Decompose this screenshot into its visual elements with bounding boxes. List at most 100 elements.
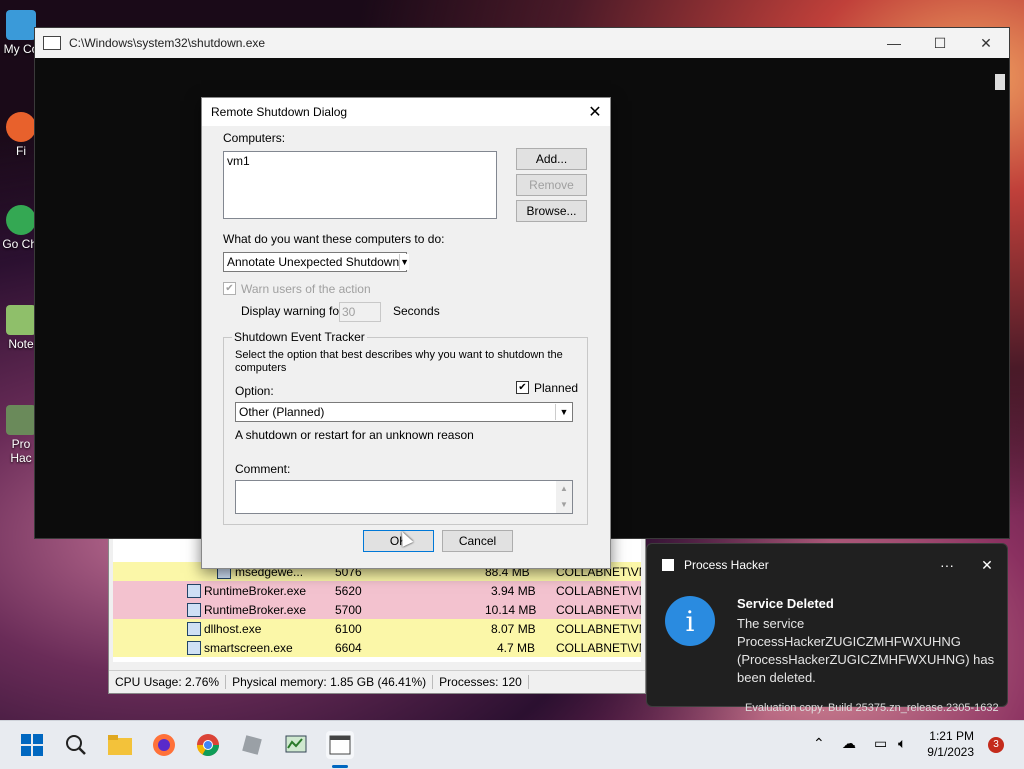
planned-checkbox[interactable]: ✔ [516, 381, 529, 394]
chrome-icon [197, 734, 219, 756]
dialog-title: Remote Shutdown Dialog [211, 105, 348, 119]
volume-icon[interactable]: 🔈︎ [898, 735, 906, 752]
process-user: COLLABNET\VM [556, 583, 641, 598]
option-label: Option: [235, 384, 274, 398]
clock[interactable]: 1:21 PM 9/1/2023 [927, 728, 974, 760]
windows-icon [21, 734, 43, 756]
remove-button[interactable]: Remove [516, 174, 587, 196]
process-user: COLLABNET\VM [556, 602, 641, 617]
process-hacker-button[interactable] [282, 731, 310, 759]
start-button[interactable] [18, 731, 46, 759]
firefox-icon [153, 734, 175, 756]
computers-label: Computers: [223, 131, 286, 145]
process-name: dllhost.exe [204, 621, 262, 636]
file-explorer-button[interactable] [106, 731, 134, 759]
computers-list[interactable]: vm1 [223, 151, 497, 219]
clock-date: 9/1/2023 [927, 745, 974, 759]
close-button[interactable]: ✕ [963, 28, 1009, 58]
option-select-value: Other (Planned) [239, 405, 325, 419]
physical-memory: Physical memory: 1.85 GB (46.41%) [226, 675, 434, 689]
minimize-button[interactable]: — [871, 28, 917, 58]
remote-shutdown-dialog: Remote Shutdown Dialog ✕ Computers: vm1 … [201, 97, 611, 569]
display-warning-input[interactable]: 30 [339, 302, 381, 322]
console-title: C:\Windows\system32\shutdown.exe [69, 36, 266, 50]
action-label: What do you want these computers to do: [223, 232, 445, 246]
process-memory: 8.07 MB [491, 621, 536, 636]
search-icon [66, 735, 86, 755]
notification-badge[interactable]: 3 [988, 737, 1004, 753]
notepad-icon [6, 305, 36, 335]
table-row[interactable]: RuntimeBroker.exe 5700 10.14 MB COLLABNE… [113, 600, 641, 619]
chrome-button[interactable] [194, 731, 222, 759]
shutdown-event-tracker-group: Shutdown Event Tracker Select the option… [223, 330, 588, 525]
app-button[interactable] [238, 731, 266, 759]
chrome-icon [6, 205, 36, 235]
comment-scrollbar[interactable]: ▲ ▼ [556, 481, 572, 513]
firefox-button[interactable] [150, 731, 178, 759]
cube-icon [242, 735, 262, 755]
process-hacker-icon [285, 735, 307, 753]
process-icon [187, 640, 201, 655]
process-memory: 4.7 MB [497, 640, 536, 655]
console-titlebar[interactable]: C:\Windows\system32\shutdown.exe — ☐ ✕ [35, 28, 1009, 58]
search-button[interactable] [62, 731, 90, 759]
process-count: Processes: 120 [433, 675, 529, 689]
maximize-button[interactable]: ☐ [917, 28, 963, 58]
table-row[interactable]: dllhost.exe 6100 8.07 MB COLLABNET\VM [113, 619, 641, 638]
process-user: COLLABNET\VM [556, 640, 641, 655]
cpu-usage: CPU Usage: 2.76% [109, 675, 227, 689]
toast-notification[interactable]: Process Hacker ··· ✕ i Service Deleted T… [646, 543, 1008, 707]
more-options-button[interactable]: ··· [927, 557, 967, 573]
dialog-close-button[interactable]: ✕ [580, 102, 610, 122]
warn-users-checkbox[interactable]: ✔ [223, 282, 236, 295]
toast-title: Service Deleted [737, 596, 834, 611]
process-name: RuntimeBroker.exe [204, 583, 307, 598]
dialog-titlebar[interactable]: Remote Shutdown Dialog ✕ [202, 98, 610, 126]
process-memory: 10.14 MB [485, 602, 537, 617]
comment-label: Comment: [235, 462, 291, 476]
process-icon [187, 602, 201, 617]
network-icon[interactable]: ▭ [874, 735, 887, 752]
status-bar: CPU Usage: 2.76% Physical memory: 1.85 G… [109, 670, 645, 693]
warn-users-label: Warn users of the action [241, 282, 371, 296]
comment-field[interactable]: ▲ ▼ [235, 480, 573, 514]
firefox-icon [6, 112, 36, 142]
toast-app-name: Process Hacker [684, 558, 769, 572]
app-icon [662, 559, 674, 571]
table-row[interactable]: smartscreen.exe 6604 4.7 MB COLLABNET\VM [113, 638, 641, 657]
chevron-up-icon[interactable]: ⌃ [813, 735, 825, 752]
onedrive-icon[interactable]: ☁ [842, 735, 856, 752]
chevron-down-icon: ▼ [555, 404, 572, 420]
process-icon [187, 621, 201, 636]
process-user: COLLABNET\VM [556, 621, 641, 636]
evaluation-watermark: Evaluation copy. Build 25375.zn_release.… [745, 702, 999, 714]
info-icon: i [665, 596, 715, 646]
process-pid: 5700 [335, 602, 362, 617]
console-taskbar-button[interactable] [326, 731, 354, 759]
process-name: RuntimeBroker.exe [204, 602, 307, 617]
add-button[interactable]: Add... [516, 148, 587, 170]
terminal-icon [329, 735, 351, 755]
taskbar: ⌃ ☁ ▭ 🔈︎ 1:21 PM 9/1/2023 3 [0, 720, 1024, 769]
process-pid: 6100 [335, 621, 362, 636]
browse-button[interactable]: Browse... [516, 200, 587, 222]
process-pid: 6604 [335, 640, 362, 655]
process-hacker-icon [6, 405, 36, 435]
chevron-down-icon: ▼ [399, 254, 410, 270]
console-scrollbar[interactable] [995, 74, 1005, 90]
cancel-button[interactable]: Cancel [442, 530, 513, 552]
tracker-description: Select the option that best describes wh… [235, 349, 563, 374]
toast-close-button[interactable]: ✕ [967, 557, 1007, 574]
action-select[interactable]: Annotate Unexpected Shutdown ▼ [223, 252, 410, 272]
toast-body: The service ProcessHackerZUGICZMHFWXUHNG… [737, 616, 995, 685]
action-select-value: Annotate Unexpected Shutdown [227, 255, 400, 269]
process-pid: 5620 [335, 583, 362, 598]
list-item[interactable]: vm1 [224, 152, 496, 170]
option-select[interactable]: Other (Planned) ▼ [235, 402, 573, 422]
process-name: smartscreen.exe [204, 640, 293, 655]
computer-icon [6, 10, 36, 40]
table-row[interactable]: RuntimeBroker.exe 5620 3.94 MB COLLABNET… [113, 581, 641, 600]
reason-text: A shutdown or restart for an unknown rea… [235, 428, 474, 442]
clock-time: 1:21 PM [929, 729, 974, 743]
console-app-icon [43, 36, 61, 50]
